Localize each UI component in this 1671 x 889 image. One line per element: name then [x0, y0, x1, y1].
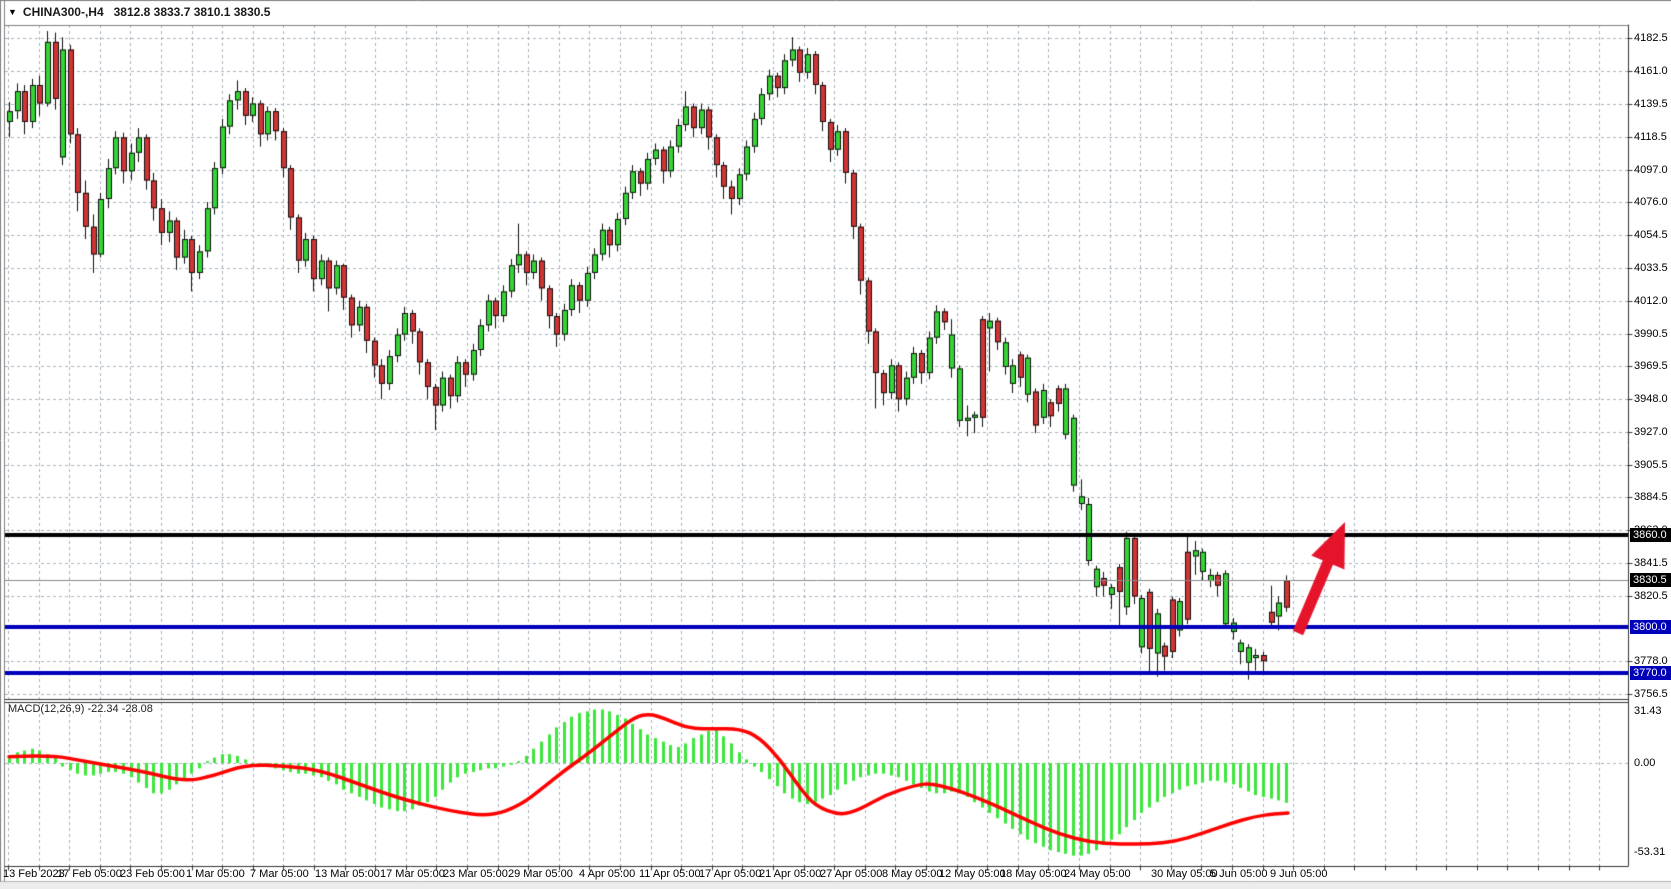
- macd-scale-label: 0.00: [1634, 757, 1655, 770]
- macd-scale-label: 31.43: [1634, 705, 1662, 718]
- date-tick-label: 13 Feb 2023: [3, 868, 65, 881]
- price-tick-label: 3927.0: [1634, 426, 1668, 439]
- date-tick-label: 9 Jun 05:00: [1270, 868, 1328, 881]
- ohlc-quote-label: 3812.8 3833.7 3810.1 3830.5: [114, 5, 271, 19]
- date-tick-label: 11 Apr 05:00: [639, 868, 701, 881]
- date-tick-label: 23 Mar 05:00: [443, 868, 508, 881]
- price-level-badge: 3860.0: [1630, 528, 1671, 542]
- chart-canvas[interactable]: [0, 0, 1671, 889]
- date-tick-label: 13 Mar 05:00: [315, 868, 380, 881]
- date-tick-label: 17 Feb 05:00: [57, 868, 122, 881]
- date-tick-label: 1 Mar 05:00: [186, 868, 245, 881]
- price-tick-label: 4118.5: [1634, 131, 1667, 144]
- date-tick-label: 24 May 05:00: [1064, 868, 1131, 881]
- price-tick-label: 4139.5: [1634, 98, 1668, 111]
- symbol-dropdown-icon[interactable]: ▼: [8, 7, 17, 17]
- chart-title: ▼ CHINA300-,H4 3812.8 3833.7 3810.1 3830…: [8, 3, 270, 21]
- date-tick-label: 4 Apr 05:00: [579, 868, 635, 881]
- chart-window: ▼ CHINA300-,H4 3812.8 3833.7 3810.1 3830…: [0, 0, 1671, 889]
- price-tick-label: 3841.5: [1634, 557, 1668, 570]
- price-tick-label: 4033.5: [1634, 262, 1668, 275]
- price-tick-label: 3820.5: [1634, 590, 1668, 603]
- price-tick-label: 3969.5: [1634, 360, 1668, 373]
- price-tick-label: 4076.0: [1634, 196, 1668, 209]
- price-level-badge: 3830.5: [1630, 573, 1671, 587]
- date-tick-label: 7 Mar 05:00: [250, 868, 309, 881]
- date-tick-label: 30 May 05:00: [1151, 868, 1218, 881]
- price-level-badge: 3800.0: [1630, 620, 1671, 634]
- symbol-period-label: CHINA300-,H4: [23, 5, 104, 19]
- price-tick-label: 4161.0: [1634, 65, 1668, 78]
- macd-indicator-label: MACD(12,26,9) -22.34 -28.08: [8, 703, 153, 715]
- price-tick-label: 3948.0: [1634, 393, 1668, 406]
- price-tick-label: 4097.0: [1634, 164, 1668, 177]
- date-tick-label: 27 Apr 05:00: [820, 868, 882, 881]
- date-tick-label: 5 Jun 05:00: [1210, 868, 1268, 881]
- price-tick-label: 3884.5: [1634, 491, 1668, 504]
- macd-scale-label: -53.31: [1634, 846, 1665, 859]
- price-tick-label: 3756.5: [1634, 688, 1668, 701]
- date-tick-label: 17 Mar 05:00: [380, 868, 445, 881]
- date-tick-label: 12 May 05:00: [939, 868, 1006, 881]
- date-tick-label: 8 May 05:00: [882, 868, 943, 881]
- date-tick-label: 23 Feb 05:00: [120, 868, 185, 881]
- date-tick-label: 21 Apr 05:00: [759, 868, 821, 881]
- price-level-badge: 3770.0: [1630, 666, 1671, 680]
- price-tick-label: 3905.5: [1634, 459, 1668, 472]
- price-tick-label: 4012.0: [1634, 295, 1668, 308]
- price-tick-label: 4054.5: [1634, 229, 1668, 242]
- date-tick-label: 29 Mar 05:00: [508, 868, 573, 881]
- date-tick-label: 18 May 05:00: [1000, 868, 1067, 881]
- price-tick-label: 4182.5: [1634, 32, 1668, 45]
- price-tick-label: 3990.5: [1634, 328, 1668, 341]
- date-tick-label: 17 Apr 05:00: [699, 868, 761, 881]
